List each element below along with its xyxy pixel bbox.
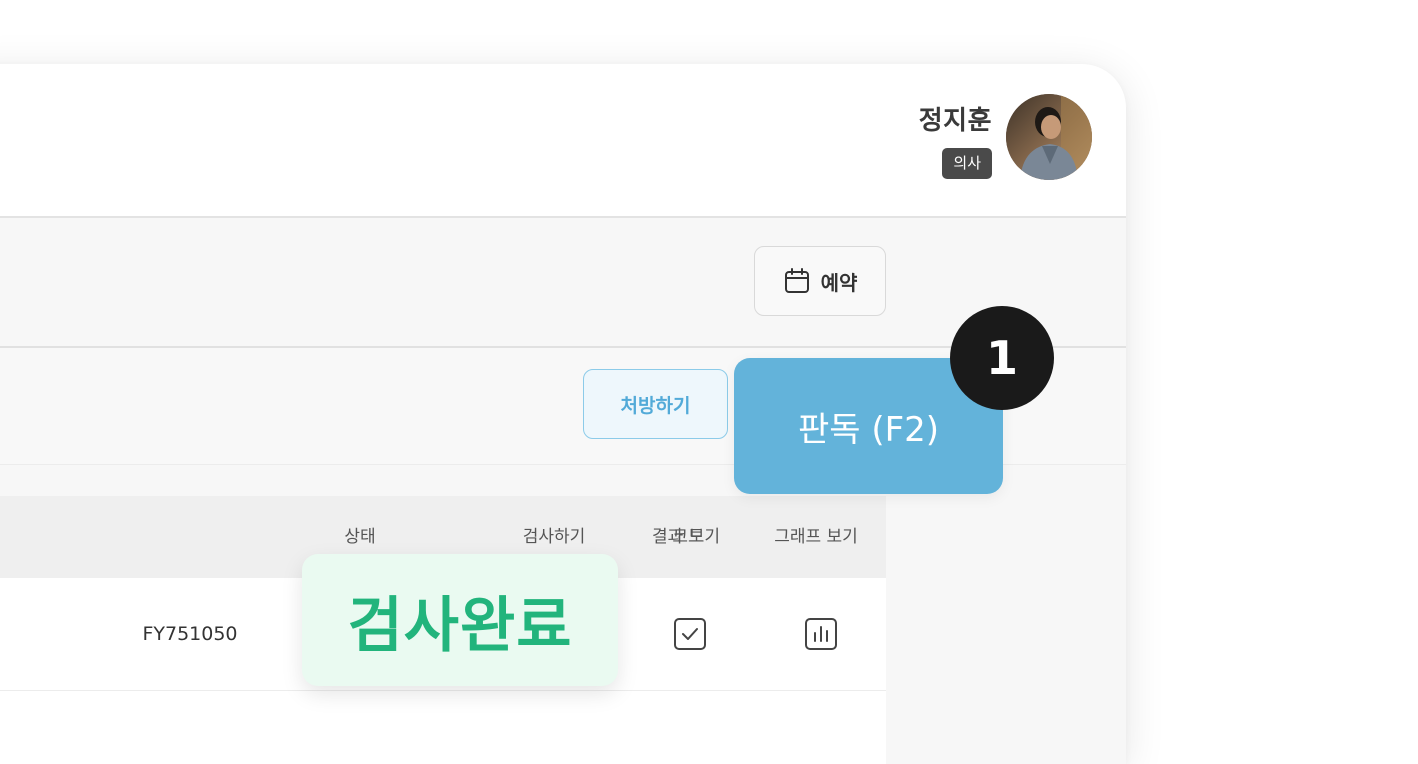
status-badge: 검사완료 bbox=[302, 554, 618, 686]
table-row[interactable] bbox=[0, 691, 886, 764]
column-header-graph: 그래프 보기 bbox=[774, 527, 858, 547]
toolbar: 예약 bbox=[0, 218, 1126, 348]
reserve-label: 예약 bbox=[820, 270, 858, 295]
graph-view-button[interactable] bbox=[803, 616, 839, 652]
callout-number-badge: 1 bbox=[950, 306, 1054, 410]
calendar-icon bbox=[784, 268, 809, 293]
avatar-photo bbox=[1006, 94, 1092, 180]
avatar[interactable] bbox=[1006, 94, 1092, 180]
user-name: 정지훈 bbox=[918, 106, 992, 136]
column-header-result: 결과 보기 bbox=[652, 527, 720, 547]
header: 정지훈 의사 bbox=[0, 64, 1126, 218]
bar-chart-icon bbox=[805, 618, 837, 650]
row-code: FY751050 bbox=[142, 623, 238, 645]
result-view-button[interactable] bbox=[672, 616, 708, 652]
checkbox-icon bbox=[674, 618, 706, 650]
prescribe-button[interactable]: 처방하기 bbox=[583, 369, 728, 439]
reserve-button[interactable]: 예약 bbox=[754, 246, 886, 316]
user-role-badge: 의사 bbox=[942, 148, 992, 179]
